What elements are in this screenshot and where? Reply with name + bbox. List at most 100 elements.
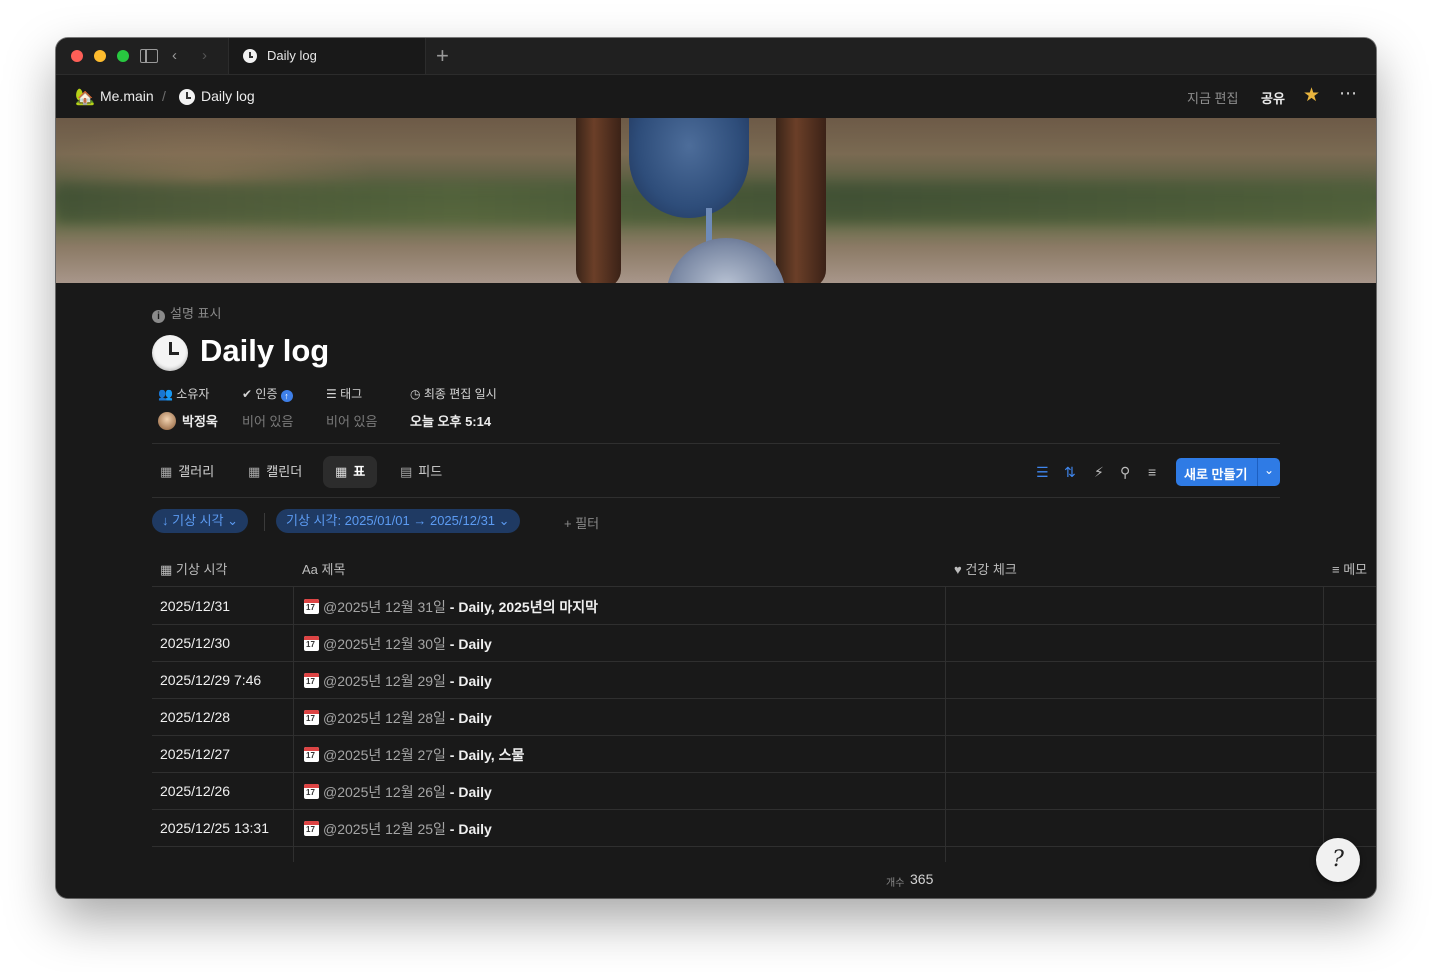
zoom-window-button[interactable] [117, 50, 129, 62]
cell-title[interactable]: @2025년 12월 26일 - Daily [304, 782, 492, 802]
tab-gallery[interactable]: ▦ 갤러리 [148, 456, 226, 488]
table-row[interactable]: 2025/12/26 @2025년 12월 26일 - Daily [152, 772, 1376, 810]
column-header-health-check[interactable]: ♥ 건강 체크 [954, 559, 1017, 578]
more-options-icon[interactable]: ⋯ [1339, 83, 1358, 104]
sort-icon[interactable]: ⇅ [1064, 464, 1076, 481]
page-title[interactable]: Daily log [200, 333, 329, 369]
table-row[interactable]: 2025/12/31 @2025년 12월 31일 - Daily, 2025년… [152, 587, 1376, 625]
filter-icon[interactable]: ☰ [1036, 464, 1049, 481]
property-owner-value[interactable]: 박정욱 [158, 411, 218, 430]
forward-arrow-icon[interactable]: › [202, 46, 207, 66]
tab-table-label: 표 [353, 464, 366, 479]
title-suffix: - Daily [445, 710, 492, 726]
favorite-star-icon[interactable]: ★ [1303, 84, 1320, 107]
new-button[interactable]: 새로 만들기 ⌄ [1176, 458, 1280, 486]
sort-chip[interactable]: ↓ 기상 시각 ⌄ [152, 509, 249, 533]
property-tags-value[interactable]: 비어 있음 [326, 411, 377, 430]
last-edited-label: 지금 편집 [1187, 91, 1239, 106]
help-assistant-button[interactable]: ? [1316, 838, 1360, 882]
clock-icon [179, 89, 195, 105]
cell-wake-time[interactable]: 2025/12/28 [160, 709, 230, 725]
date-mention[interactable]: @2025년 12월 29일 [323, 673, 446, 689]
sidebar-toggle-icon[interactable] [140, 49, 158, 63]
cell-wake-time[interactable]: 2025/12/29 7:46 [160, 672, 261, 688]
column-header-label: 메모 [1343, 562, 1368, 577]
clock-small-icon: ◷ [410, 387, 421, 401]
cell-wake-time[interactable]: 2025/12/27 [160, 746, 230, 762]
date-mention[interactable]: @2025년 12월 26일 [323, 784, 446, 800]
close-window-button[interactable] [71, 50, 83, 62]
cell-title[interactable]: @2025년 12월 30일 - Daily [304, 634, 492, 654]
column-header-title[interactable]: Aa 제목 [302, 559, 345, 578]
search-icon[interactable]: ⚲ [1120, 464, 1130, 481]
new-tab-button[interactable]: + [436, 43, 449, 69]
minimize-window-button[interactable] [94, 50, 106, 62]
new-button-separator [1257, 458, 1258, 486]
cell-wake-time[interactable]: 2025/12/26 [160, 783, 230, 799]
date-mention[interactable]: @2025년 12월 28일 [323, 710, 446, 726]
tags-label-text: 태그 [340, 387, 363, 401]
date-mention[interactable]: @2025년 12월 30일 [323, 636, 446, 652]
share-button[interactable]: 공유 [1261, 88, 1285, 107]
list-icon: ☰ [326, 387, 337, 401]
automation-bolt-icon[interactable]: ⚡ [1094, 464, 1104, 481]
tab-feed[interactable]: ▤ 피드 [388, 456, 454, 488]
date-mention[interactable]: @2025년 12월 25일 [323, 821, 446, 837]
cell-wake-time[interactable]: 2025/12/31 [160, 598, 230, 614]
count-label: 개수 [886, 878, 905, 889]
date-mention[interactable]: @2025년 12월 27일 [323, 747, 446, 763]
add-filter-button[interactable]: + 필터 [564, 513, 599, 532]
table-row[interactable]: 2025/12/27 @2025년 12월 27일 - Daily, 스물 [152, 735, 1376, 773]
title-suffix: - Daily [445, 784, 492, 800]
title-suffix: - Daily [445, 636, 492, 652]
property-verification-label: ✔ 인증 ↑ [242, 385, 293, 402]
show-description-toggle[interactable]: i 설명 표시 [152, 303, 221, 323]
cell-wake-time[interactable]: 2025/12/25 13:31 [160, 820, 269, 836]
property-last-edited-value: 오늘 오후 5:14 [410, 414, 492, 429]
feed-icon: ▤ [400, 464, 413, 479]
column-header-memo[interactable]: ≡ 메모 [1332, 559, 1367, 578]
cell-wake-time[interactable]: 2025/12/30 [160, 635, 230, 651]
table-row[interactable]: 2025/12/28 @2025년 12월 28일 - Daily [152, 698, 1376, 736]
column-header-wake-time[interactable]: ▦ 기상 시각 [160, 559, 227, 578]
settings-sliders-icon[interactable]: ≡ [1148, 464, 1156, 480]
page-clock-icon[interactable] [152, 335, 188, 371]
app-window: ‹ › Daily log + 🏡 Me.main / Daily log 지금… [56, 38, 1376, 898]
calendar-page-icon [304, 636, 319, 651]
cell-title[interactable]: @2025년 12월 29일 - Daily [304, 671, 492, 691]
table-row[interactable]: 2025/12/29 7:46 @2025년 12월 29일 - Daily [152, 661, 1376, 699]
date-mention[interactable]: @2025년 12월 31일 [323, 599, 446, 615]
table-row[interactable]: 2025/12/25 13:31 @2025년 12월 25일 - Daily [152, 809, 1376, 847]
tab-daily-log[interactable]: Daily log [228, 38, 426, 74]
calendar-page-icon [304, 599, 319, 614]
breadcrumb-page[interactable]: Daily log [201, 88, 255, 104]
cell-title[interactable]: @2025년 12월 31일 - Daily, 2025년의 마지막 [304, 597, 598, 617]
cover-image[interactable] [56, 118, 1376, 283]
table-row[interactable]: 2025/12/30 @2025년 12월 30일 - Daily [152, 624, 1376, 662]
count-value: 365 [910, 871, 934, 887]
chevron-down-icon[interactable]: ⌄ [1264, 463, 1274, 477]
chip-separator [264, 513, 265, 531]
owner-name: 박정욱 [182, 414, 218, 429]
date-range-filter-chip[interactable]: 기상 시각: 2025/01/01 → 2025/12/31 ⌄ [276, 509, 520, 533]
cell-title[interactable]: @2025년 12월 27일 - Daily, 스물 [304, 745, 524, 765]
property-last-edited-label: ◷ 최종 편집 일시 [410, 385, 497, 402]
clock-icon [243, 49, 257, 63]
cell-title[interactable]: @2025년 12월 28일 - Daily [304, 708, 492, 728]
cell-title[interactable]: @2025년 12월 25일 - Daily [304, 819, 492, 839]
tab-table[interactable]: ▦ 표 [323, 456, 378, 488]
calendar-page-icon [304, 784, 319, 799]
tab-calendar-label: 캘린더 [266, 464, 303, 479]
workspace-icon: 🏡 [75, 89, 95, 106]
breadcrumb-workspace[interactable]: Me.main [100, 88, 154, 104]
description-toggle-label: 설명 표시 [170, 306, 222, 321]
tab-calendar[interactable]: ▦ 캘린더 [236, 456, 314, 488]
lines-icon: ≡ [1332, 562, 1340, 577]
back-arrow-icon[interactable]: ‹ [172, 46, 177, 66]
calendar-icon: ▦ [160, 562, 173, 577]
verification-info-icon[interactable]: ↑ [280, 390, 293, 402]
tab-feed-label: 피드 [418, 464, 443, 479]
table-footer: 개수 365 [56, 862, 1376, 898]
property-verification-value[interactable]: 비어 있음 [242, 411, 293, 430]
new-button-label: 새로 만들기 [1184, 467, 1248, 482]
